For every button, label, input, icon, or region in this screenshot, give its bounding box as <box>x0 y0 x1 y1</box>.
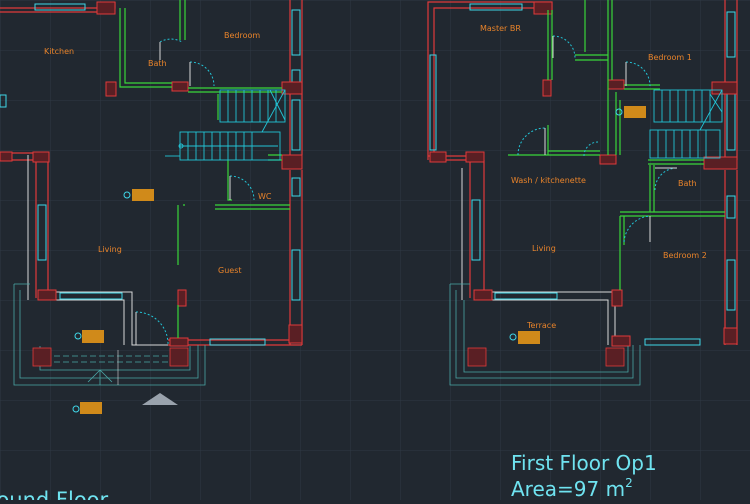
room-label-living: Living <box>98 245 122 254</box>
cad-drawing-canvas[interactable]: Kitchen Bath Bedroom WC Living Guest Gro… <box>0 0 750 504</box>
room-label-bath: Bath <box>148 59 167 68</box>
room-label-first-bath: Bath <box>678 179 697 188</box>
room-label-terrace: Terrace <box>526 321 556 330</box>
room-label-bedroom-1: Bedroom 1 <box>648 53 692 62</box>
room-label-wc: WC <box>258 192 272 201</box>
room-label-bedroom-2: Bedroom 2 <box>663 251 707 260</box>
floor-plan-svg: Kitchen Bath Bedroom WC Living Guest Gro… <box>0 0 750 504</box>
ground-floor-title: Ground Floor <box>0 488 109 500</box>
room-label-first-living: Living <box>532 244 556 253</box>
area-exponent: 2 <box>625 476 633 490</box>
room-label-kitchen: Kitchen <box>44 47 74 56</box>
room-label-bedroom: Bedroom <box>224 31 260 40</box>
room-label-master-br: Master BR <box>480 24 521 33</box>
first-floor-title: First Floor Op1 <box>511 451 657 475</box>
room-label-guest: Guest <box>218 266 242 275</box>
area-value: Area=97 m <box>511 477 625 500</box>
first-floor-area: Area=97 m2 <box>511 476 633 500</box>
room-label-wash-kitchenette: Wash / kitchenette <box>511 176 586 185</box>
